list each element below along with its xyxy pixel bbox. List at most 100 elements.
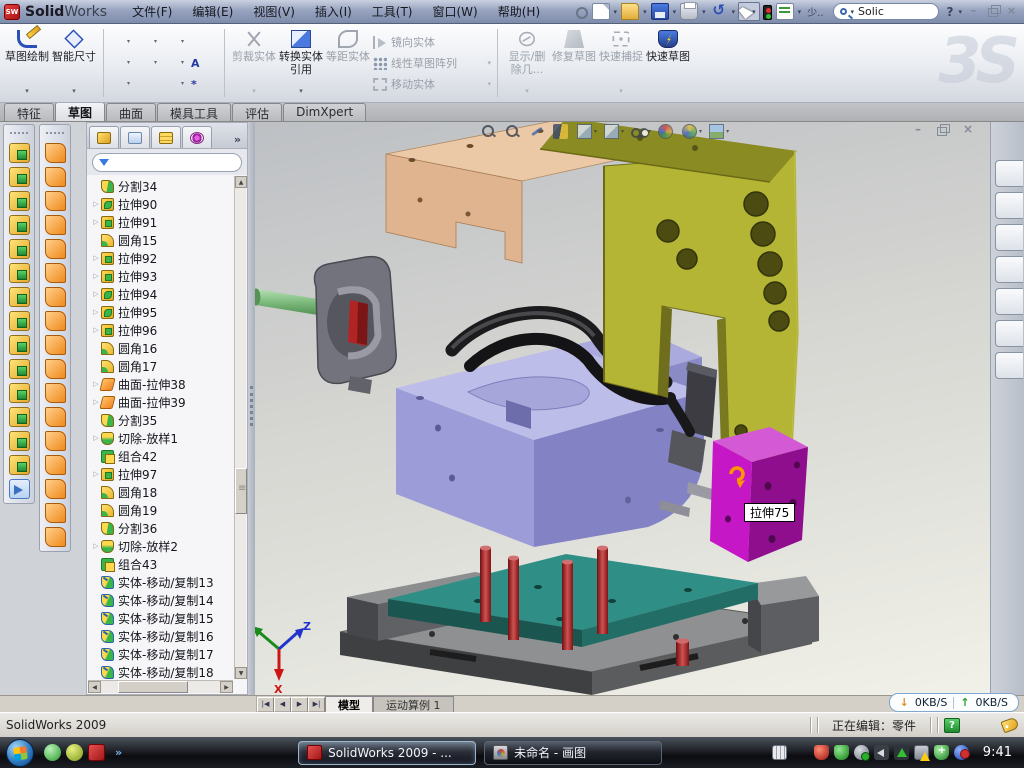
replace-face-icon[interactable]	[45, 455, 66, 475]
feature-tree-item[interactable]: 实体-移动/复制14	[91, 591, 235, 609]
revolved-surface-icon[interactable]	[45, 167, 66, 187]
toolbar-row-button[interactable]: 线性草图阵列▾	[373, 54, 491, 72]
toolbar-button[interactable]: 转换实体引用	[278, 27, 324, 97]
menu-item[interactable]: 窗口(W)	[424, 1, 487, 22]
dimxpert-manager-tab[interactable]	[182, 126, 212, 148]
[object Object]-icon[interactable]	[110, 77, 126, 91]
[object Object]-icon[interactable]	[164, 35, 180, 49]
feature-tree-item[interactable]: 圆角19	[91, 501, 235, 519]
feature-tree-item[interactable]: 圆角18	[91, 483, 235, 501]
ribbon-tab[interactable]: 评估	[232, 103, 282, 121]
zoom-fit-icon[interactable]	[481, 124, 496, 139]
toolbox-icon[interactable]	[995, 256, 1023, 283]
custom-properties-icon[interactable]	[995, 352, 1023, 379]
feature-manager-tab[interactable]	[89, 126, 119, 148]
last-tab-icon[interactable]: ▶|	[308, 697, 325, 712]
section-view-icon[interactable]	[553, 124, 568, 139]
expand-arrow-icon[interactable]: ▷	[91, 290, 101, 298]
feature-tree-item[interactable]: ▷拉伸91	[91, 213, 235, 231]
scroll-down-icon[interactable]: ▼	[235, 667, 247, 679]
pin-toolbar-icon[interactable]	[576, 7, 588, 19]
toolbar-button[interactable]: 显示/删除几...	[504, 27, 550, 97]
toolbar-row-button[interactable]: 移动实体▾	[373, 75, 491, 93]
ribbon-tab[interactable]: 特征	[4, 103, 54, 121]
defender-shield-icon[interactable]	[934, 745, 949, 760]
part-slide-block[interactable]	[710, 427, 808, 562]
messenger-icon[interactable]	[44, 744, 61, 761]
[object Object]-icon[interactable]: *	[191, 77, 207, 91]
menu-item[interactable]: 帮助(H)	[489, 1, 549, 22]
part-rail-right[interactable]	[748, 576, 819, 653]
[object Object]-icon[interactable]	[164, 56, 180, 70]
boundary-surface-icon[interactable]	[45, 239, 66, 259]
keyboard-icon[interactable]	[772, 745, 787, 760]
close-button[interactable]: ×	[1003, 4, 1020, 19]
feature-tree-item[interactable]: 分割35	[91, 411, 235, 429]
expand-arrow-icon[interactable]: ▷	[91, 254, 101, 262]
[object Object]-icon[interactable]	[137, 56, 153, 70]
panel-tabs-overflow[interactable]: »	[234, 133, 245, 148]
search-input[interactable]: ▾Solic	[833, 3, 939, 20]
filter-wand-icon[interactable]	[529, 124, 544, 139]
feature-tree-item[interactable]: 实体-移动/复制15	[91, 609, 235, 627]
toolbar-row-button[interactable]: 镜向实体	[373, 33, 491, 51]
menu-item[interactable]: 编辑(E)	[183, 1, 242, 22]
traffic-light-icon[interactable]	[763, 5, 772, 20]
model-3d-view[interactable]: Y Z X	[255, 122, 990, 695]
feature-tree-item[interactable]: 分割34	[91, 177, 235, 195]
file-explorer-icon[interactable]	[995, 288, 1023, 315]
prev-tab-icon[interactable]: ◀	[274, 697, 291, 712]
ribbon-tab[interactable]: DimXpert	[283, 103, 366, 121]
tree-horizontal-scrollbar[interactable]: ◀ ▶	[88, 680, 233, 693]
view-settings-icon[interactable]	[709, 124, 724, 139]
[object Object]-icon[interactable]	[110, 35, 126, 49]
app-icon[interactable]	[66, 744, 83, 761]
ribbon-tab[interactable]: 曲面	[106, 103, 156, 121]
new-document-icon[interactable]	[592, 3, 610, 20]
search-sphere-icon[interactable]	[995, 320, 1023, 347]
feature-tree-item[interactable]: ▷切除-放样2	[91, 537, 235, 555]
apply-scene-icon[interactable]	[682, 124, 697, 139]
extrude-cut-icon[interactable]	[9, 167, 30, 187]
sync-status-icon[interactable]	[954, 745, 969, 760]
update-check-icon[interactable]	[854, 745, 869, 760]
undo-icon[interactable]	[710, 3, 728, 20]
next-tab-icon[interactable]: ▶	[291, 697, 308, 712]
task-list-icon[interactable]	[776, 3, 794, 20]
toolbar-button[interactable]: 修复草图	[551, 27, 597, 97]
part-clamp-unit[interactable]	[315, 257, 397, 394]
feature-tree-item[interactable]: ▷切除-放样1	[91, 429, 235, 447]
lofted-surface-icon[interactable]	[45, 215, 66, 235]
select-tool-button[interactable]: ▾	[738, 2, 760, 21]
security-shield-icon[interactable]	[834, 745, 849, 760]
help-button[interactable]: ?	[947, 5, 954, 19]
property-manager-tab[interactable]	[120, 126, 150, 148]
[object Object]-icon[interactable]	[191, 35, 207, 49]
restore-button[interactable]	[984, 4, 1001, 19]
model-tab[interactable]: 运动算例 1	[373, 696, 454, 712]
toolbar-button[interactable]: 快速捕捉	[598, 27, 644, 97]
feature-tree-item[interactable]: ▷拉伸92	[91, 249, 235, 267]
boss-sweep-icon[interactable]	[9, 239, 30, 259]
solidworks-icon[interactable]	[88, 744, 105, 761]
toolbar-button[interactable]: 剪裁实体	[231, 27, 277, 97]
toolbar-button[interactable]: 智能尺寸	[51, 27, 97, 97]
toolbar-button[interactable]: 快速草图	[645, 27, 691, 97]
save-icon[interactable]	[651, 3, 669, 20]
fillet-icon[interactable]	[9, 191, 30, 211]
curved-surface-icon[interactable]	[45, 383, 66, 403]
surface-flange-icon[interactable]	[45, 335, 66, 355]
split-body-icon[interactable]	[9, 359, 30, 379]
ribbon-tab[interactable]: 草图	[55, 102, 105, 121]
[object Object]-icon[interactable]	[110, 56, 126, 70]
feature-tree-item[interactable]: ▷拉伸93	[91, 267, 235, 285]
hole-wizard-icon[interactable]	[9, 287, 30, 307]
feature-tree-item[interactable]: 组合42	[91, 447, 235, 465]
feature-tree-item[interactable]: ▷曲面-拉伸38	[91, 375, 235, 393]
feature-tree-item[interactable]: ▷拉伸94	[91, 285, 235, 303]
offset-surface-icon[interactable]	[45, 287, 66, 307]
doc-restore-button[interactable]	[935, 123, 951, 137]
expand-arrow-icon[interactable]: ▷	[91, 542, 101, 550]
configuration-manager-tab[interactable]	[151, 126, 181, 148]
feature-tree-item[interactable]: 分割36	[91, 519, 235, 537]
